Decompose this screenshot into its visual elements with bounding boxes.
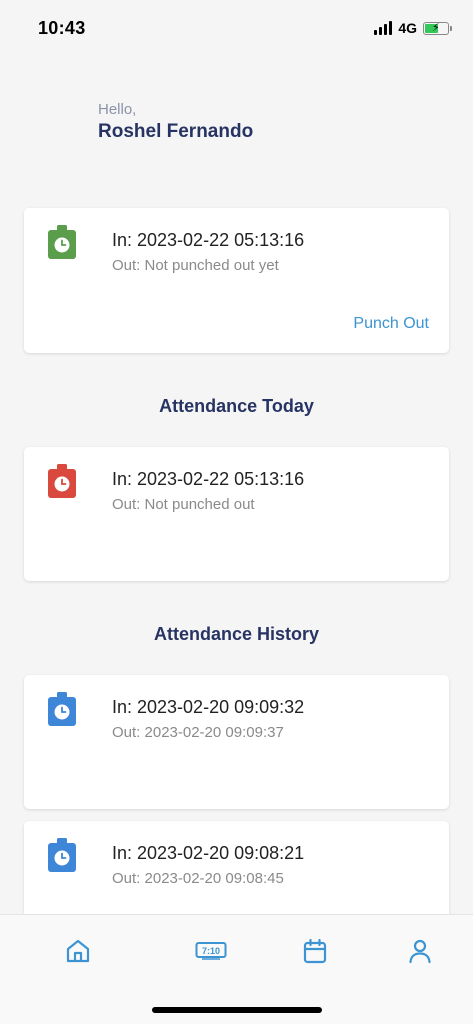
home-icon [66, 939, 90, 963]
user-name: Roshel Fernando [98, 121, 254, 142]
calendar-icon [303, 938, 327, 964]
attendance-today-title: Attendance Today [159, 396, 314, 416]
history-out-time: Out: 2023-02-20 09:09:37 [112, 724, 284, 741]
current-punch-card: In: 2023-02-22 05:13:16 Out: Not punched… [24, 208, 449, 353]
history-card[interactable]: In: 2023-02-20 09:09:32 Out: 2023-02-20 … [24, 675, 449, 809]
today-in-time: In: 2023-02-22 05:13:16 [112, 469, 305, 489]
nav-profile[interactable] [404, 935, 436, 967]
nav-home[interactable] [62, 935, 94, 967]
attendance-history-title: Attendance History [153, 624, 320, 644]
time-clock-icon: 7:10 [195, 942, 227, 960]
status-time: 10:43 [38, 17, 86, 38]
greeting: Hello, Roshel Fernando [98, 101, 253, 143]
signal-icon [374, 21, 393, 35]
greeting-hello: Hello, [98, 101, 137, 118]
punch-clock-icon [48, 464, 76, 498]
history-in-time: In: 2023-02-20 09:08:21 [112, 843, 305, 863]
battery-icon: ⚡ [423, 21, 452, 35]
punch-out-status: Out: Not punched out yet [112, 257, 279, 274]
punch-in-time: In: 2023-02-22 05:13:16 [112, 230, 305, 250]
punch-clock-icon [48, 225, 76, 259]
attendance-today-card[interactable]: In: 2023-02-22 05:13:16 Out: Not punched… [24, 447, 449, 581]
punch-clock-icon [48, 838, 76, 872]
history-out-time: Out: 2023-02-20 09:08:45 [112, 870, 284, 887]
network-type: 4G [398, 20, 417, 36]
today-out-time: Out: Not punched out [112, 496, 255, 513]
nav-time-clock[interactable]: 7:10 [194, 935, 228, 967]
status-bar: 10:43 4G ⚡ [0, 0, 473, 56]
punch-clock-icon [48, 692, 76, 726]
punch-out-button[interactable]: Punch Out [353, 315, 429, 333]
history-in-time: In: 2023-02-20 09:09:32 [112, 697, 305, 717]
status-indicators: 4G ⚡ [374, 20, 452, 36]
nav-calendar[interactable] [299, 935, 331, 967]
home-indicator[interactable] [152, 1007, 322, 1013]
profile-icon [409, 939, 431, 964]
time-clock-text: 7:10 [202, 946, 220, 956]
